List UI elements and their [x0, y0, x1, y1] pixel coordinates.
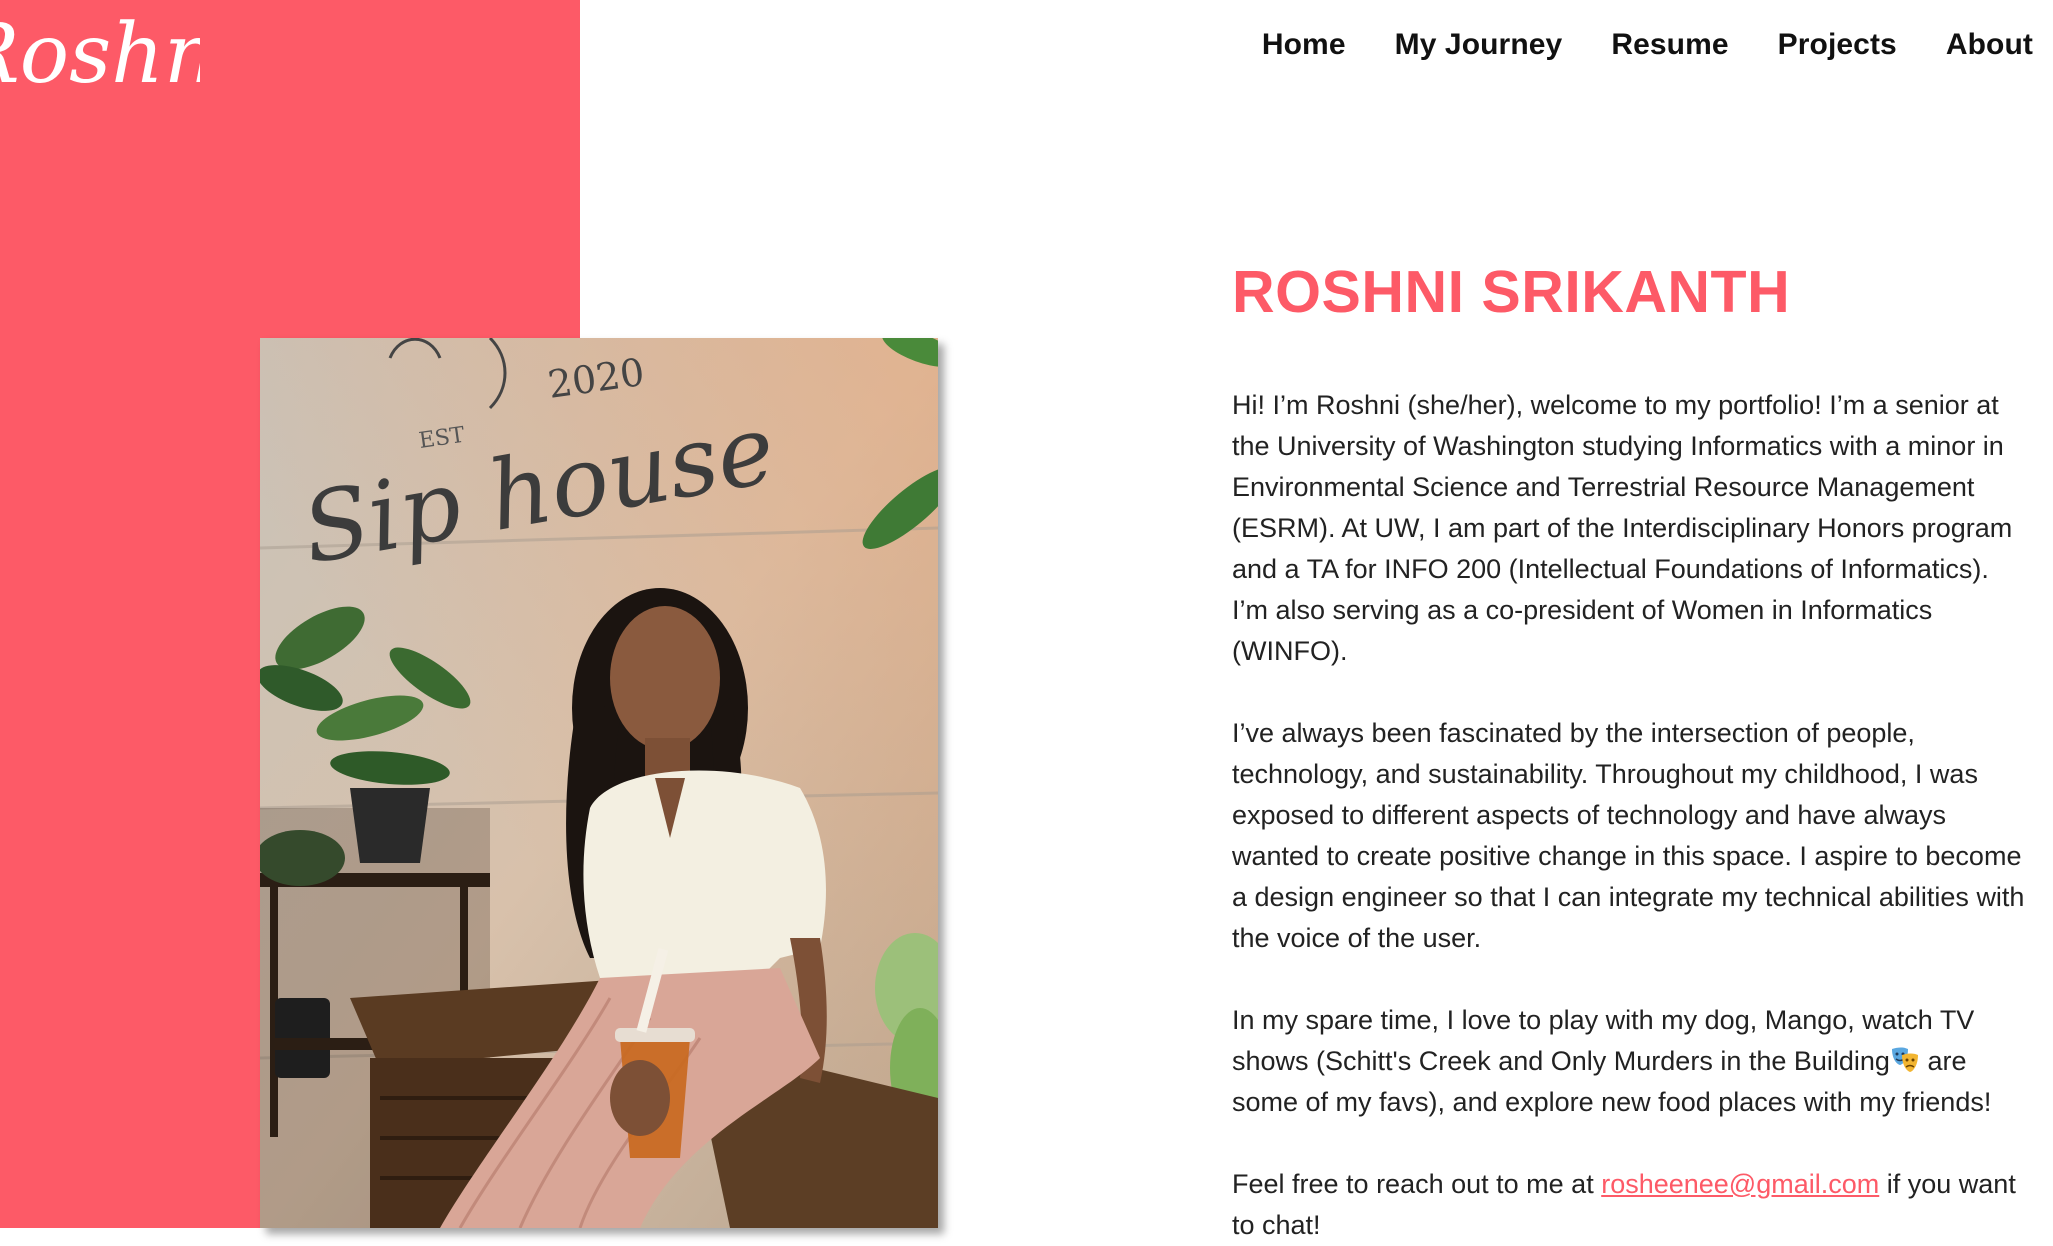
- bio-paragraph-intro: Hi! I’m Roshni (she/her), welcome to my …: [1232, 389, 2013, 666]
- logo-text: Roshni: [0, 7, 200, 102]
- nav-resume[interactable]: Resume: [1611, 28, 1728, 62]
- email-link[interactable]: rosheenee@gmail.com: [1601, 1169, 1879, 1199]
- nav-projects[interactable]: Projects: [1778, 28, 1897, 62]
- nav-home[interactable]: Home: [1262, 28, 1346, 62]
- bio-paragraph-hobbies: In my spare time, I love to play with my…: [1232, 1000, 2032, 1123]
- bio-paragraph-interests: I’ve always been fascinated by the inter…: [1232, 717, 2025, 953]
- nav-my-journey[interactable]: My Journey: [1395, 28, 1563, 62]
- site-logo[interactable]: Roshni: [0, 0, 243, 110]
- profile-photo-illustration: EST 2020 Sip house: [260, 338, 938, 1228]
- page-title: ROSHNI SRIKANTH: [1232, 259, 1791, 325]
- nav-about[interactable]: About: [1946, 28, 2033, 62]
- hobbies-text-start: In my spare time, I love to play with my…: [1232, 1004, 1975, 1076]
- performing-arts-masks-icon: [1890, 1045, 1920, 1073]
- bio-paragraph-contact: Feel free to reach out to me at rosheene…: [1232, 1164, 2032, 1246]
- logo-script-graphic: Roshni: [0, 7, 243, 102]
- main-nav: Home My Journey Resume Projects About: [1262, 28, 2033, 62]
- contact-text-start: Feel free to reach out to me at: [1232, 1168, 1602, 1199]
- profile-photo: EST 2020 Sip house: [260, 338, 938, 1228]
- about-content: ROSHNI SRIKANTH Hi! I’m Roshni (she/her)…: [1232, 260, 2032, 1246]
